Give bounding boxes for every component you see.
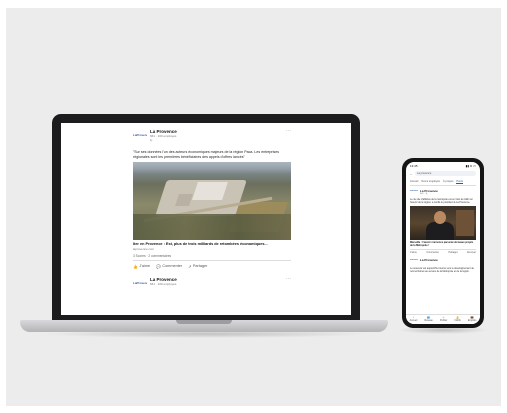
phone-post-image[interactable] bbox=[410, 206, 476, 241]
post-text: "Sur ses données l'un des acteurs économ… bbox=[133, 150, 279, 159]
nav-post[interactable]: ＋ Publier bbox=[439, 316, 448, 322]
phone-post-meta: 661 · 3j bbox=[420, 193, 428, 196]
more-options-icon[interactable]: ⋯ bbox=[286, 129, 291, 134]
laptop-screen: LaProvence La Provence 661 · 100 employé… bbox=[61, 123, 351, 315]
phone-screen: 13:45 ▮▮ ≋ ▭ ← La provence Accueil Noms … bbox=[406, 162, 480, 324]
status-icons: ▮▮ ≋ ▭ bbox=[465, 164, 476, 168]
comment-label: Commenter bbox=[162, 264, 183, 269]
link-domain: laprovence.com bbox=[133, 246, 155, 251]
phone-send-button[interactable]: Envoyer bbox=[467, 251, 476, 254]
share-icon: ↗ bbox=[188, 264, 192, 269]
status-bar: 13:45 ▮▮ ≋ ▭ bbox=[406, 162, 480, 168]
phone-post2-header: LaProvence La Provence bbox=[410, 258, 476, 265]
search-bar: ← La provence bbox=[410, 171, 476, 176]
org-logo[interactable]: LaProvence bbox=[133, 130, 147, 140]
nav-network-label: Réseau bbox=[424, 318, 433, 322]
feed-post: LaProvence La Provence 661 · 100 employé… bbox=[133, 129, 291, 295]
search-input[interactable]: La provence bbox=[415, 171, 476, 176]
post-actions: 👍 J'aime 💬 Commenter ↗ Partager bbox=[133, 264, 291, 269]
comment-icon: 💬 bbox=[156, 264, 161, 269]
like-button[interactable]: 👍 J'aime bbox=[133, 264, 150, 269]
phone-post-2: LaProvence La Provence Le souvenir est a… bbox=[410, 258, 476, 274]
image-shelf bbox=[456, 210, 474, 237]
phone-org-logo-2[interactable]: LaProvence bbox=[410, 259, 418, 265]
phone-org-name-2[interactable]: La Provence bbox=[420, 258, 438, 262]
org-block-2: La Provence 661 · 100 employés bbox=[150, 277, 283, 286]
image-building bbox=[192, 182, 228, 201]
link-title[interactable]: Iter en Provence : Est, plus de trois mi… bbox=[133, 242, 291, 247]
phone-post: LaProvence La Provence 661 · 3j Le 4e si… bbox=[410, 189, 476, 254]
bottom-nav: ⌂ Accueil 👥 Réseau ＋ Publier 🔔 Notifs 💼 … bbox=[406, 314, 480, 324]
tab-posts[interactable]: Posts bbox=[456, 180, 463, 184]
laptop: LaProvence La Provence 661 · 100 employé… bbox=[52, 114, 360, 322]
more-options-icon-2[interactable]: ⋯ bbox=[286, 276, 291, 282]
nav-home-label: Accueil bbox=[409, 318, 418, 322]
image-sky bbox=[133, 162, 291, 175]
second-post-header: LaProvence La Provence 661 · 100 employé… bbox=[133, 276, 291, 295]
phone-post2-text: Le souvenir est aujourd'hui tourné vers … bbox=[410, 267, 474, 274]
status-time: 13:45 bbox=[410, 164, 418, 168]
org-logo-2[interactable]: LaProvence bbox=[133, 278, 147, 288]
thumbs-up-icon: 👍 bbox=[133, 264, 138, 269]
phone-comment-button[interactable]: Commenter bbox=[426, 251, 439, 254]
org-meta-2: 661 · 100 employés bbox=[150, 281, 177, 286]
company-tabs: Accueil Noms employés À propos Posts bbox=[410, 180, 476, 186]
phone-post-actions: J'aime Commenter Partager Envoyer bbox=[410, 249, 476, 254]
back-arrow-icon[interactable]: ← bbox=[410, 172, 413, 176]
post-time: 1j bbox=[150, 138, 153, 142]
nav-jobs-label: Emplois bbox=[467, 318, 477, 322]
nav-notifications[interactable]: 🔔 Notifs bbox=[454, 316, 461, 322]
tab-a-propos[interactable]: À propos bbox=[443, 180, 453, 184]
phone-org-block: La Provence 661 · 3j bbox=[420, 189, 438, 196]
nav-notifications-label: Notifs bbox=[454, 318, 461, 322]
laptop-notch bbox=[176, 320, 232, 324]
nav-home[interactable]: ⌂ Accueil bbox=[409, 316, 418, 322]
phone-post-header: LaProvence La Provence 661 · 3j bbox=[410, 189, 476, 196]
phone-image-caption[interactable]: Marseille : l'avenir s'annonce parsemé d… bbox=[410, 241, 476, 247]
tab-accueil[interactable]: Accueil bbox=[410, 180, 418, 184]
share-button[interactable]: ↗ Partager bbox=[188, 264, 207, 269]
post-image[interactable] bbox=[133, 162, 291, 241]
like-label: J'aime bbox=[139, 264, 151, 269]
post-header: LaProvence La Provence 661 · 100 employé… bbox=[133, 129, 291, 147]
tab-employes[interactable]: Noms employés bbox=[421, 180, 440, 184]
phone-share-button[interactable]: Partager bbox=[448, 251, 457, 254]
nav-jobs[interactable]: 💼 Emplois bbox=[467, 316, 477, 322]
comment-button[interactable]: 💬 Commenter bbox=[156, 264, 182, 269]
phone: 13:45 ▮▮ ≋ ▭ ← La provence Accueil Noms … bbox=[402, 158, 484, 328]
reactions-summary[interactable]: 3 Scores · 2 commentaires bbox=[133, 254, 291, 261]
nav-network[interactable]: 👥 Réseau bbox=[424, 316, 433, 322]
phone-post-text: Le 4e site d'affaires de la métropole es… bbox=[410, 198, 473, 205]
phone-like-button[interactable]: J'aime bbox=[410, 251, 417, 254]
nav-post-label: Publier bbox=[439, 318, 448, 322]
phone-org-logo[interactable]: LaProvence bbox=[410, 190, 418, 196]
share-label: Partager bbox=[192, 264, 208, 269]
org-block: La Provence 661 · 100 employés 1j bbox=[150, 129, 283, 142]
image-trees bbox=[133, 214, 291, 241]
image-person-body bbox=[426, 222, 454, 241]
